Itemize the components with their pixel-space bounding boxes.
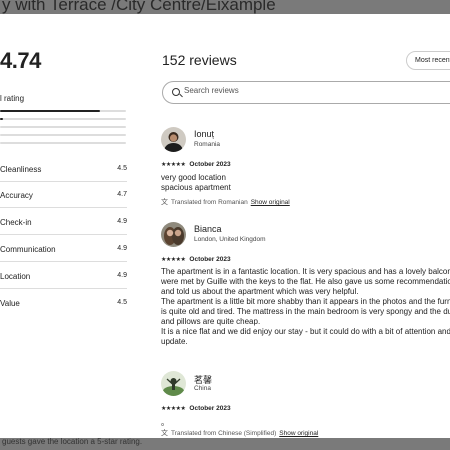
translation-label: Translated from Chinese (Simplified) <box>171 430 277 437</box>
review-item: Ionuț Romania ★★★★★ October 2023 very goo… <box>161 127 450 207</box>
background-footer-text: guests gave the location a 5-star rating… <box>0 437 450 450</box>
search-bar[interactable] <box>162 81 450 104</box>
avatar[interactable] <box>161 371 186 396</box>
overall-rating-value: 4.74 <box>0 48 41 73</box>
category-name: Cleanliness <box>0 165 42 174</box>
rating-bar-4 <box>0 118 126 120</box>
rating-bar-5 <box>0 110 126 112</box>
review-item: 茗馨 China ★★★★★ October 2023 。 文 Translated… <box>161 371 450 440</box>
background-footer-label: guests gave the location a 5-star rating… <box>2 437 143 446</box>
category-name: Communication <box>0 245 56 254</box>
review-date: October 2023 <box>189 161 231 168</box>
rating-bar-1 <box>0 142 126 144</box>
review-line: 。 <box>161 418 169 427</box>
review-date: October 2023 <box>189 256 231 263</box>
review-line: is quite old and tired. The mattress in … <box>161 307 450 316</box>
background-listing-title: y with Terrace /City Centre/Eixample <box>2 0 276 14</box>
review-line: were met by Guille with the keys to the … <box>161 277 450 286</box>
reviewer-location: China <box>194 385 211 392</box>
review-text: The apartment is in a fantastic location… <box>161 267 450 347</box>
review-item: Bianca London, United Kingdom ★★★★★ Octob… <box>161 222 450 372</box>
star-rating: ★★★★★ <box>161 162 186 168</box>
category-value: 4.9 <box>117 272 127 279</box>
category-value: 4.5 <box>117 165 127 172</box>
review-line: and pillows are quite cheap. <box>161 317 261 326</box>
category-name: Value <box>0 299 20 308</box>
reviewer-location: Romania <box>194 141 221 148</box>
category-value: 4.9 <box>117 218 127 225</box>
overall-rating-label: l rating <box>0 94 25 103</box>
category-location: Location 4.9 <box>0 263 127 289</box>
category-name: Check-in <box>0 218 32 227</box>
category-cleanliness: Cleanliness 4.5 <box>0 156 127 182</box>
show-original-link[interactable]: Show original <box>279 430 318 437</box>
review-meta: ★★★★★ October 2023 <box>161 161 231 168</box>
review-line: It is a nice flat and we did enjoy our s… <box>161 327 450 336</box>
show-original-link[interactable]: Show original <box>251 199 290 206</box>
category-value: 4.7 <box>117 191 127 198</box>
review-meta: ★★★★★ October 2023 <box>161 256 231 263</box>
category-accuracy: Accuracy 4.7 <box>0 182 127 208</box>
sort-dropdown[interactable]: Most recent <box>406 51 450 70</box>
review-line: and told us about the apartment which wa… <box>161 287 359 296</box>
category-check-in: Check-in 4.9 <box>0 209 127 235</box>
category-name: Accuracy <box>0 191 33 200</box>
review-text: very good location spacious apartment <box>161 173 231 193</box>
review-line: The apartment is in a fantastic location… <box>161 267 450 276</box>
avatar[interactable] <box>161 222 186 247</box>
star-rating: ★★★★★ <box>161 406 186 412</box>
reviews-count-heading: 152 reviews <box>162 52 237 68</box>
translation-label: Translated from Romanian <box>171 199 248 206</box>
category-communication: Communication 4.9 <box>0 236 127 262</box>
review-text: 。 <box>161 418 169 428</box>
search-icon <box>172 88 180 96</box>
background-listing-title-bar: y with Terrace /City Centre/Eixample <box>0 0 450 14</box>
category-value: 4.9 <box>117 245 127 252</box>
translate-icon: 文 <box>161 199 168 206</box>
review-line: The apartment is a little bit more shabb… <box>161 297 450 306</box>
rating-bar-2 <box>0 134 126 136</box>
category-value: 4.5 <box>117 299 127 306</box>
search-input[interactable] <box>184 86 444 95</box>
review-line: spacious apartment <box>161 183 231 192</box>
reviewer-name: Ionuț <box>194 129 215 139</box>
review-date: October 2023 <box>189 405 231 412</box>
rating-bar-3 <box>0 126 126 128</box>
avatar[interactable] <box>161 127 186 152</box>
category-name: Location <box>0 272 31 281</box>
review-line: very good location <box>161 173 226 182</box>
rating-bar-fill <box>0 118 3 120</box>
star-rating: ★★★★★ <box>161 257 186 263</box>
translate-icon: 文 <box>161 430 168 437</box>
reviews-modal: 4.74 l rating Cleanliness 4.5 Accuracy 4… <box>0 14 450 440</box>
rating-bar-fill <box>0 110 100 112</box>
reviewer-location: London, United Kingdom <box>194 236 266 243</box>
review-line: update. <box>161 337 188 346</box>
translation-note: 文 Translated from Romanian Show original <box>161 197 290 207</box>
category-value: Value 4.5 <box>0 290 127 316</box>
translation-note: 文 Translated from Chinese (Simplified) Sho… <box>161 428 318 438</box>
reviewer-name: Bianca <box>194 224 222 234</box>
review-meta: ★★★★★ October 2023 <box>161 405 231 412</box>
